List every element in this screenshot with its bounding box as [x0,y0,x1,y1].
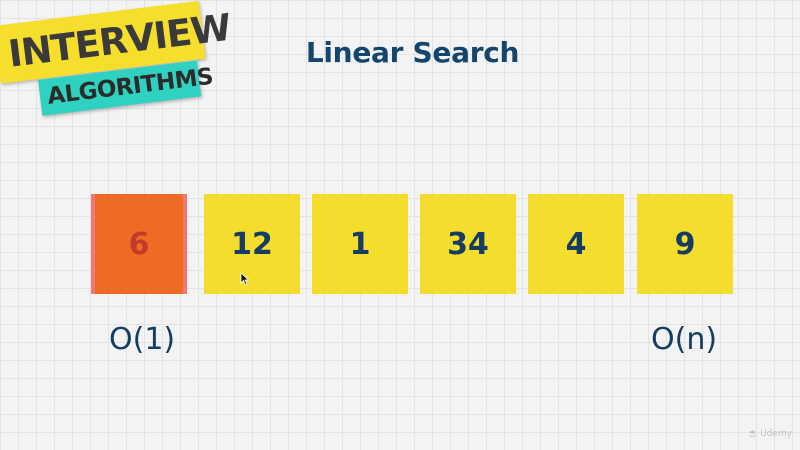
course-logo: INTERVIEW ALGORITHMS [0,0,233,140]
udemy-logo-icon [748,430,757,438]
watermark-text: Udemy [760,429,792,439]
slide: INTERVIEW ALGORITHMS Linear Search 6 12 … [0,0,800,450]
slide-title: Linear Search [305,36,520,69]
complexity-best-case: O(1) [109,322,176,357]
array-cell-1: 12 [204,194,300,294]
array-cell-2: 1 [312,194,408,294]
mouse-pointer-icon [240,272,250,286]
array-cell-5: 9 [637,194,733,294]
complexity-worst-case: O(n) [651,322,718,357]
watermark: Udemy [748,426,792,442]
array-cell-0: 6 [91,194,187,294]
array-cell-3: 34 [420,194,516,294]
array-cell-4: 4 [528,194,624,294]
